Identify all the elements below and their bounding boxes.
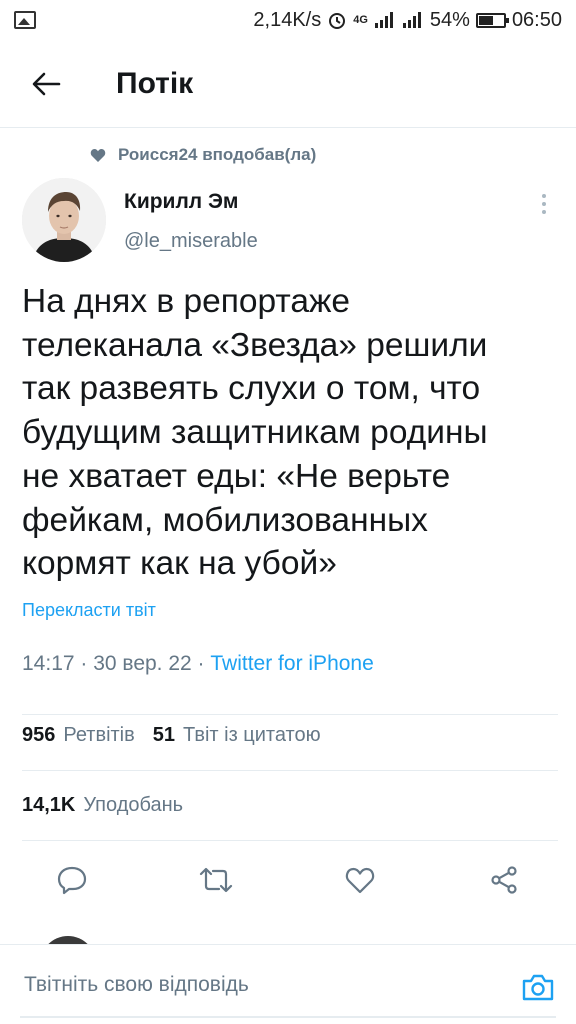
like-button[interactable] bbox=[330, 850, 390, 910]
network-type: 4G bbox=[353, 14, 368, 26]
retweets-label: Ретвітів bbox=[63, 724, 135, 746]
app-header: Потік bbox=[0, 40, 576, 128]
author-avatar[interactable] bbox=[22, 178, 106, 262]
likes-stats-row[interactable]: 14,1K Уподобань bbox=[22, 794, 183, 817]
next-tweet-peek[interactable] bbox=[0, 932, 576, 944]
retweet-icon bbox=[199, 867, 233, 893]
tweet-meta: 14:17 · 30 вер. 22 · Twitter for iPhone bbox=[22, 652, 374, 676]
quotes-count: 51 bbox=[152, 724, 176, 746]
likes-label: Уподобань bbox=[83, 794, 184, 816]
camera-button[interactable] bbox=[516, 965, 560, 1009]
signal-icon-2 bbox=[402, 12, 421, 28]
clock: 06:50 bbox=[511, 8, 562, 31]
next-tweet-avatar bbox=[40, 936, 96, 944]
battery-percent: 54% bbox=[429, 8, 470, 31]
arrow-left-icon bbox=[32, 72, 61, 95]
tweet-source-link[interactable]: Twitter for iPhone bbox=[210, 652, 373, 675]
camera-icon bbox=[522, 974, 554, 1001]
retweet-stats-row: 956 Ретвітів 51 Твіт із цитатою bbox=[22, 724, 321, 747]
share-button[interactable] bbox=[474, 850, 534, 910]
divider bbox=[22, 770, 558, 771]
tweet-actions bbox=[0, 850, 576, 910]
more-dot bbox=[542, 210, 546, 214]
author-name[interactable]: Кирилл Эм bbox=[124, 190, 238, 214]
signal-icon bbox=[374, 12, 393, 28]
social-context[interactable]: Роисся24 вподобав(ла) bbox=[90, 145, 316, 165]
alarm-icon bbox=[329, 13, 346, 29]
avatar-image bbox=[22, 178, 106, 262]
more-dot bbox=[542, 194, 546, 198]
reply-underline bbox=[20, 1016, 556, 1018]
tweet-text: На днях в репортаже телеканала «Звезда» … bbox=[22, 283, 488, 583]
more-options-button[interactable] bbox=[530, 188, 558, 220]
translate-tweet-link[interactable]: Перекласти твіт bbox=[22, 600, 156, 621]
retweets-stat[interactable]: 956 Ретвітів bbox=[22, 724, 135, 747]
divider bbox=[22, 714, 558, 715]
divider bbox=[22, 840, 558, 841]
heart-icon bbox=[345, 867, 375, 894]
reply-input[interactable]: Твітніть свою відповідь bbox=[24, 973, 249, 997]
status-right: 2,14K/s 4G 54% 06:50 bbox=[253, 9, 562, 32]
more-dot bbox=[542, 202, 546, 206]
quotes-stat[interactable]: 51 Твіт із цитатою bbox=[153, 724, 321, 747]
quotes-label: Твіт із цитатою bbox=[183, 724, 321, 746]
social-context-label: Роисся24 вподобав(ла) bbox=[118, 145, 317, 164]
reply-button[interactable] bbox=[42, 850, 102, 910]
reply-icon bbox=[57, 866, 87, 895]
retweets-count: 956 bbox=[22, 724, 56, 746]
retweet-button[interactable] bbox=[186, 850, 246, 910]
status-bar: 2,14K/s 4G 54% 06:50 bbox=[0, 0, 576, 40]
battery-fill bbox=[478, 15, 493, 25]
share-icon bbox=[491, 866, 517, 894]
twitter-thread-screen: 2,14K/s 4G 54% 06:50 Потік Роисся24 впод… bbox=[0, 0, 576, 1024]
likes-count: 14,1K bbox=[22, 794, 76, 816]
network-speed: 2,14K/s bbox=[253, 8, 322, 31]
page-title: Потік bbox=[116, 66, 194, 100]
author-handle[interactable]: @le_miserable bbox=[124, 230, 258, 253]
reply-bar: Твітніть свою відповідь bbox=[0, 944, 576, 1024]
status-left bbox=[14, 11, 36, 29]
heart-filled-icon bbox=[90, 148, 106, 162]
battery-icon bbox=[475, 12, 509, 28]
back-button[interactable] bbox=[16, 54, 76, 114]
tweet-timestamp: 14:17 · 30 вер. 22 · bbox=[22, 652, 211, 675]
gallery-notification-icon bbox=[14, 11, 36, 29]
